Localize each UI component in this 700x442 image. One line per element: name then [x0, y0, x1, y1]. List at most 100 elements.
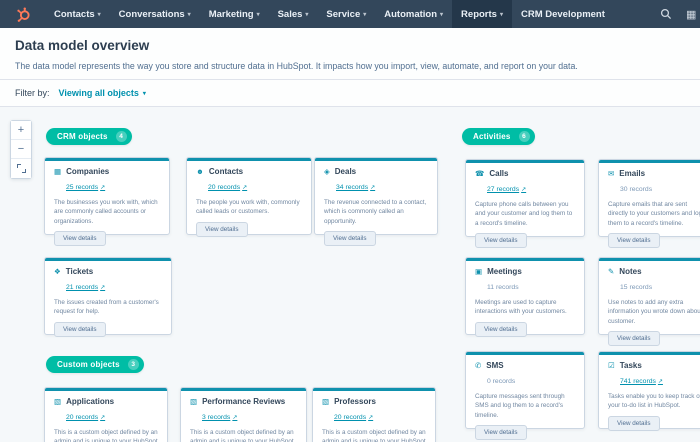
card-applications[interactable]: ▧ Applications 20 records↗ This is a cus…: [44, 387, 168, 442]
records-count: 21 records: [66, 284, 98, 291]
custom-object-icon: ▧: [54, 398, 61, 406]
view-details-button[interactable]: View details: [475, 322, 527, 337]
section-count-badge: 6: [519, 131, 530, 142]
chevron-down-icon: ▾: [305, 11, 308, 18]
search-icon[interactable]: [660, 8, 672, 20]
nav-item-contacts[interactable]: Contacts ▾: [45, 0, 110, 28]
records-link[interactable]: 3 records↗: [202, 414, 237, 421]
fullscreen-button[interactable]: [11, 159, 31, 178]
view-details-button[interactable]: View details: [54, 322, 106, 337]
card-tickets[interactable]: ❖ Tickets 21 records↗ The issues created…: [44, 257, 172, 335]
view-details-button[interactable]: View details: [324, 231, 376, 246]
card-contacts[interactable]: ☻ Contacts 20 records↗ The people you wo…: [186, 157, 312, 235]
top-nav: Contacts ▾ Conversations ▾ Marketing ▾ S…: [0, 0, 700, 28]
nav-item-marketing[interactable]: Marketing ▾: [200, 0, 269, 28]
nav-item-label: Contacts: [54, 9, 95, 20]
view-details-button[interactable]: View details: [608, 233, 660, 248]
card-description: The businesses you work with, which are …: [54, 198, 160, 226]
nav-item-label: Sales: [278, 9, 303, 20]
card-description: Tasks enable you to keep track of your t…: [608, 392, 700, 411]
external-link-icon: ↗: [100, 284, 105, 291]
card-companies[interactable]: ▦ Companies 25 records↗ The businesses y…: [44, 157, 170, 235]
external-link-icon: ↗: [370, 184, 375, 191]
zoom-out-button[interactable]: −: [11, 140, 31, 159]
view-details-button[interactable]: View details: [475, 425, 527, 440]
records-link[interactable]: 741 records↗: [620, 378, 663, 385]
building-icon: ▦: [54, 168, 61, 176]
nav-item-service[interactable]: Service ▾: [317, 0, 375, 28]
nav-item-sales[interactable]: Sales ▾: [269, 0, 318, 28]
data-model-overview-page: Contacts ▾ Conversations ▾ Marketing ▾ S…: [0, 0, 700, 442]
card-sms[interactable]: ✆ SMS 0 records Capture messages sent th…: [465, 351, 585, 429]
card-calls[interactable]: ☎ Calls 27 records↗ Capture phone calls …: [465, 159, 585, 237]
view-details-button[interactable]: View details: [54, 231, 106, 246]
card-title: Professors: [334, 397, 376, 406]
card-emails[interactable]: ✉ Emails 30 records Capture emails that …: [598, 159, 700, 237]
nav-item-conversations[interactable]: Conversations ▾: [110, 0, 200, 28]
handshake-icon: ◈: [324, 168, 330, 176]
section-pill-crm-objects[interactable]: CRM objects 4: [46, 128, 132, 145]
card-tasks[interactable]: ☑ Tasks 741 records↗ Tasks enable you to…: [598, 351, 700, 429]
nav-menu: Contacts ▾ Conversations ▾ Marketing ▾ S…: [45, 0, 614, 28]
records-count: 25 records: [66, 184, 98, 191]
external-link-icon: ↗: [100, 414, 105, 421]
card-title: Performance Reviews: [202, 397, 285, 406]
card-title: Contacts: [209, 167, 243, 176]
view-details-button[interactable]: View details: [475, 233, 527, 248]
nav-item-label: Reports: [461, 9, 497, 20]
custom-object-icon: ▧: [322, 398, 329, 406]
external-link-icon: ↗: [658, 378, 663, 385]
grid-icon[interactable]: ▦: [686, 8, 700, 21]
chevron-down-icon: ▾: [500, 11, 503, 18]
nav-item-crm-development[interactable]: CRM Development: [512, 0, 614, 28]
card-title: Tickets: [66, 267, 93, 276]
card-description: This is a custom object defined by an ad…: [322, 428, 426, 442]
card-title: Applications: [66, 397, 114, 406]
hubspot-logo[interactable]: [0, 0, 45, 28]
records-link[interactable]: 34 records↗: [336, 184, 375, 191]
records-count: 11 records: [487, 284, 519, 291]
chevron-down-icon: ▾: [440, 11, 443, 18]
view-details-button[interactable]: View details: [608, 331, 660, 346]
section-pill-activities[interactable]: Activities 6: [462, 128, 535, 145]
card-meetings[interactable]: ▣ Meetings 11 records Meetings are used …: [465, 257, 585, 335]
nav-item-label: Service: [326, 9, 360, 20]
nav-item-automation[interactable]: Automation ▾: [375, 0, 452, 28]
records-link[interactable]: 27 records↗: [487, 186, 526, 193]
card-professors[interactable]: ▧ Professors 20 records↗ This is a custo…: [312, 387, 436, 442]
data-model-canvas[interactable]: + − CRM objects 4 Activities 6 Custom ob…: [0, 107, 700, 442]
records-link[interactable]: 20 records↗: [334, 414, 373, 421]
filter-dropdown[interactable]: Viewing all objects ▾: [59, 88, 146, 98]
section-pill-custom-objects[interactable]: Custom objects 3: [46, 356, 144, 373]
nav-item-label: Conversations: [119, 9, 185, 20]
card-performance-reviews[interactable]: ▧ Performance Reviews 3 records↗ This is…: [180, 387, 307, 442]
filter-label: Filter by:: [15, 88, 50, 98]
chevron-down-icon: ▾: [363, 11, 366, 18]
card-deals[interactable]: ◈ Deals 34 records↗ The revenue connecte…: [314, 157, 438, 235]
note-icon: ✎: [608, 268, 614, 276]
card-notes[interactable]: ✎ Notes 15 records Use notes to add any …: [598, 257, 700, 335]
records-link[interactable]: 21 records↗: [66, 284, 105, 291]
nav-item-reports[interactable]: Reports ▾: [452, 0, 512, 28]
card-description: The issues created from a customer's req…: [54, 298, 162, 317]
records-count: 27 records: [487, 186, 519, 193]
nav-item-label: Automation: [384, 9, 437, 20]
records-link[interactable]: 20 records↗: [208, 184, 247, 191]
chevron-down-icon: ▾: [257, 11, 260, 18]
view-details-button[interactable]: View details: [608, 416, 660, 431]
records-link[interactable]: 20 records↗: [66, 414, 105, 421]
chevron-down-icon: ▾: [98, 11, 101, 18]
card-description: This is a custom object defined by an ad…: [190, 428, 297, 442]
records-link[interactable]: 25 records↗: [66, 184, 105, 191]
page-header: Data model overview The data model repre…: [0, 28, 700, 79]
view-details-button[interactable]: View details: [196, 222, 248, 237]
section-count-badge: 4: [116, 131, 127, 142]
phone-icon: ☎: [475, 170, 484, 178]
zoom-in-button[interactable]: +: [11, 121, 31, 140]
calendar-icon: ▣: [475, 268, 482, 276]
card-title: Calls: [489, 169, 508, 178]
card-description: Capture emails that are sent directly to…: [608, 200, 700, 228]
card-description: Meetings are used to capture interaction…: [475, 298, 575, 317]
records-count: 20 records: [334, 414, 366, 421]
records-count: 30 records: [620, 186, 652, 193]
